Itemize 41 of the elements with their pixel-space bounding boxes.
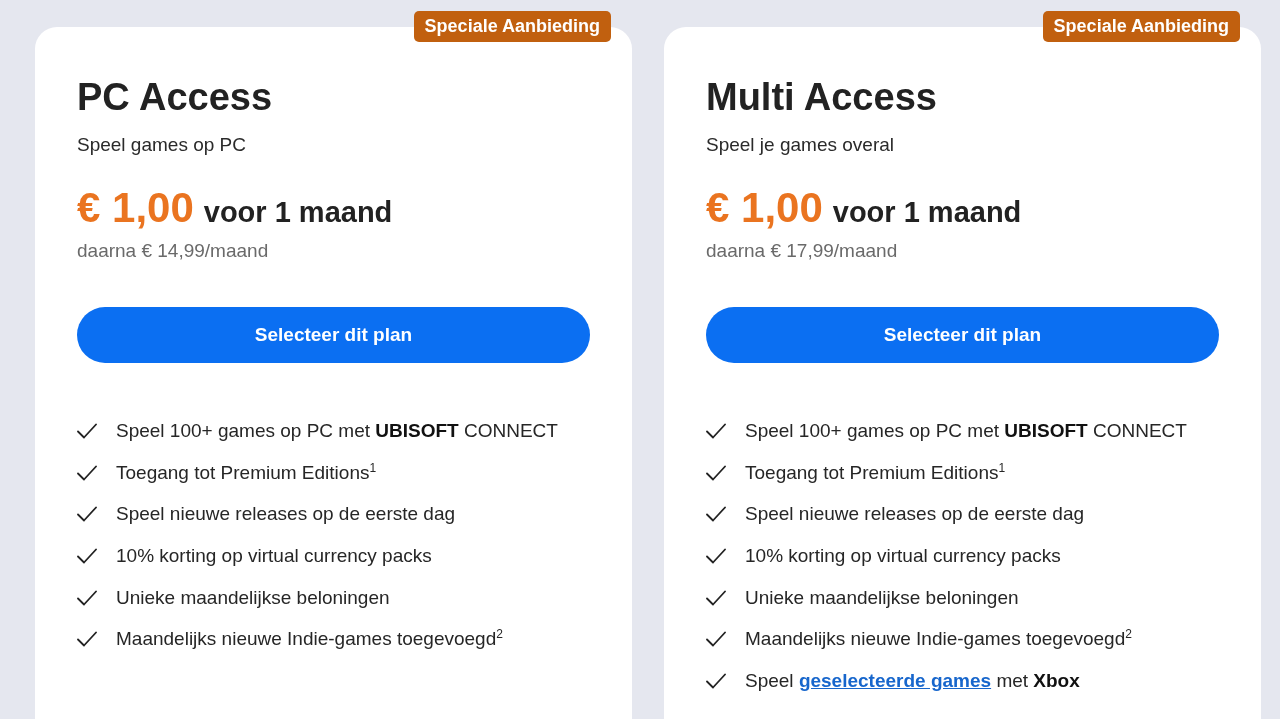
plan-tagline: Speel je games overal xyxy=(706,133,894,157)
check-icon xyxy=(77,506,97,523)
feature-text: Speel nieuwe releases op de eerste dag xyxy=(745,502,1085,527)
offer-badge: Speciale Aanbieding xyxy=(1042,11,1240,42)
check-icon xyxy=(77,589,97,606)
check-icon xyxy=(706,506,726,523)
plan-title: PC Access xyxy=(77,75,273,120)
price: € 1,00 xyxy=(77,183,194,233)
check-icon xyxy=(706,464,726,481)
plan-title: Multi Access xyxy=(706,75,937,120)
price-period: voor 1 maand xyxy=(203,195,393,230)
select-plan-button[interactable]: Selecteer dit plan xyxy=(706,307,1219,363)
plan-tagline: Speel games op PC xyxy=(77,133,246,157)
feature-text: Speel 100+ games op PC met UBISOFT CONNECT xyxy=(745,419,1187,443)
feature-text: Toegang tot Premium Editions$^{1}$ xyxy=(116,460,377,485)
price: € 1,00 xyxy=(706,183,823,233)
feature-text: Maandelijks nieuwe Indie-games toegevoegd$^{2}$ xyxy=(116,627,503,652)
offer-badge: Speciale Aanbieding xyxy=(413,11,611,42)
check-icon xyxy=(77,464,97,481)
select-plan-button[interactable]: Selecteer dit plan xyxy=(77,307,590,363)
check-icon xyxy=(77,631,97,648)
feature-text: 10% korting op virtual currency packs xyxy=(745,544,1061,569)
feature-text: 10% korting op virtual currency packs xyxy=(116,544,432,569)
feature-text: Unieke maandelijkse beloningen xyxy=(116,585,390,610)
feature-text: Speel geselecteerde games met Xbox xyxy=(745,669,1080,694)
link[interactable]: geselecteerde games xyxy=(798,670,992,692)
feature-text: Speel 100+ games op PC met UBISOFT CONNECT xyxy=(116,419,558,443)
check-icon xyxy=(706,631,726,648)
feature-text: Unieke maandelijkse beloningen xyxy=(745,585,1019,610)
check-icon xyxy=(77,548,97,565)
check-icon xyxy=(706,423,726,439)
regular-price: daarna € 14,99/maand xyxy=(77,239,269,263)
check-icon xyxy=(77,423,97,439)
check-icon xyxy=(706,589,726,606)
feature-text: Toegang tot Premium Editions$^{1}$ xyxy=(745,460,1006,485)
feature-text: Speel nieuwe releases op de eerste dag xyxy=(116,502,456,527)
price-period: voor 1 maand xyxy=(832,195,1022,230)
check-icon xyxy=(706,673,726,690)
regular-price: daarna € 17,99/maand xyxy=(706,239,898,263)
feature-text: Maandelijks nieuwe Indie-games toegevoegd$^{2}$ xyxy=(745,627,1132,652)
check-icon xyxy=(706,548,726,565)
